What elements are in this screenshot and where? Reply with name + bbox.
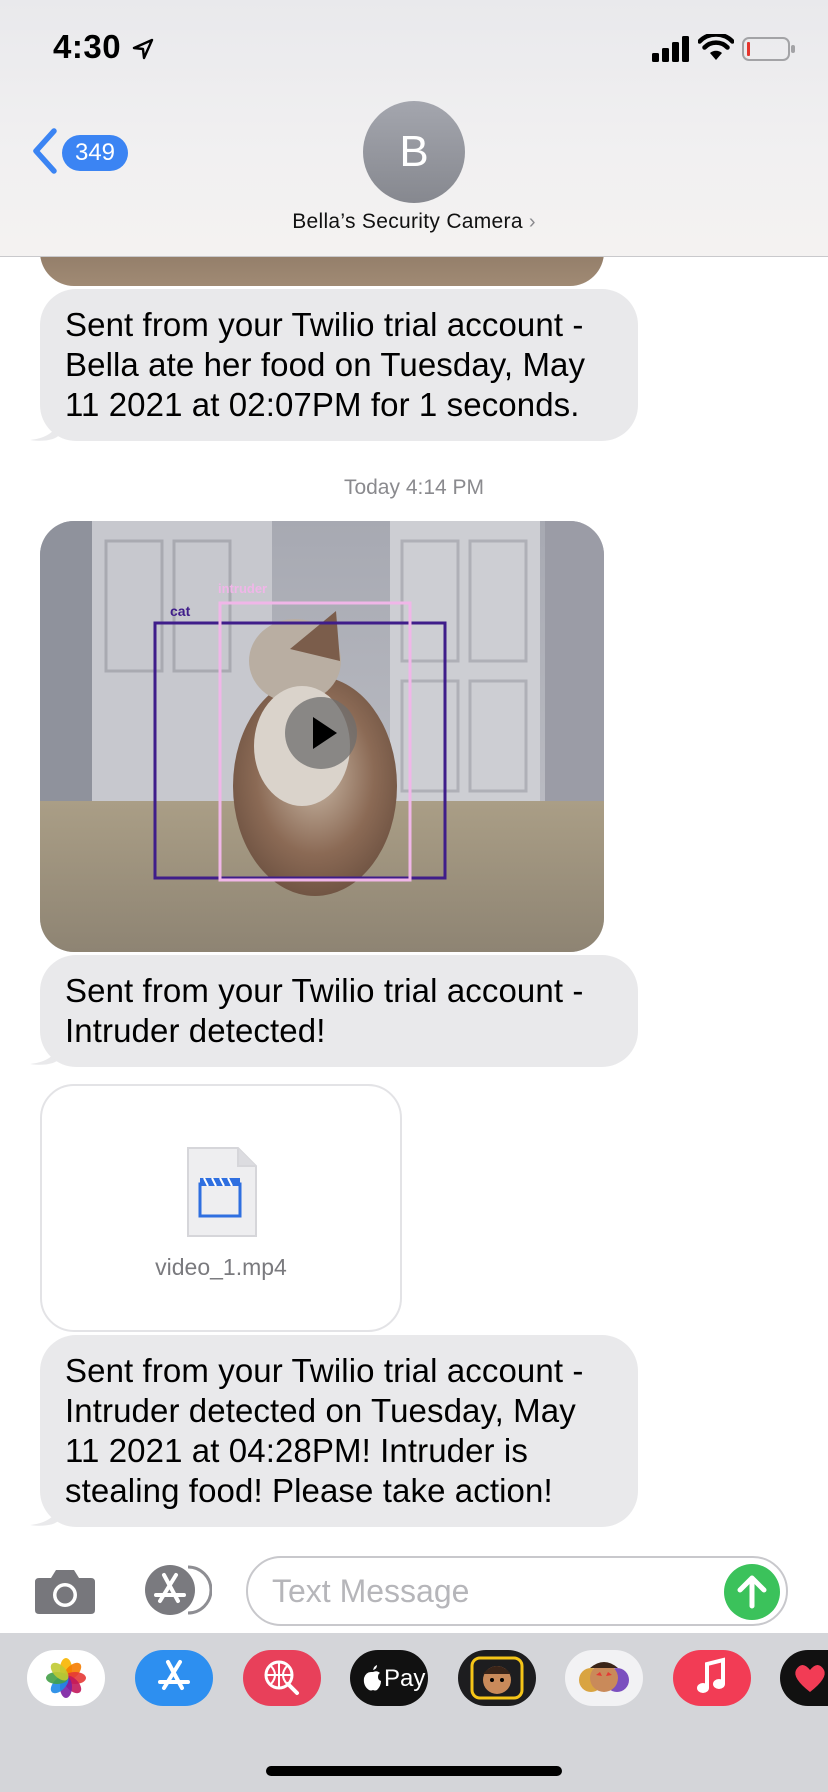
message-bubble[interactable]: Sent from your Twilio trial account - In… bbox=[40, 955, 638, 1067]
conversation-header: 4:30 349 B Bella’s Security Camera › bbox=[0, 0, 828, 257]
play-icon bbox=[313, 717, 337, 749]
send-button[interactable] bbox=[724, 1564, 780, 1620]
attachment-filename: video_1.mp4 bbox=[155, 1254, 287, 1280]
location-arrow-icon bbox=[132, 38, 154, 60]
heart-glyph bbox=[795, 1665, 825, 1692]
wifi-icon bbox=[698, 34, 734, 60]
battery-low-icon bbox=[742, 37, 795, 61]
camera-icon[interactable] bbox=[33, 1564, 97, 1616]
file-attachment-card[interactable]: video_1.mp4 bbox=[40, 1084, 402, 1332]
arrow-up-icon bbox=[737, 1575, 767, 1609]
detection-label-cat: cat bbox=[170, 603, 191, 619]
video-thumbnail[interactable]: cat intruder bbox=[40, 521, 604, 952]
animoji-stickers-icon[interactable] bbox=[565, 1650, 643, 1706]
apple-logo-icon: Pay bbox=[363, 1665, 425, 1692]
cellular-signal-icon bbox=[652, 36, 689, 62]
photos-icon[interactable] bbox=[27, 1650, 105, 1706]
app-store-icon[interactable] bbox=[135, 1650, 213, 1706]
message-bubble[interactable]: Sent from your Twilio trial account - In… bbox=[40, 1335, 638, 1527]
music-icon[interactable] bbox=[673, 1650, 751, 1706]
status-time: 4:30 bbox=[53, 28, 122, 65]
memoji-stickers-glyph bbox=[579, 1662, 629, 1692]
detection-label-intruder: intruder bbox=[218, 581, 267, 596]
contact-name-button[interactable]: Bella’s Security Camera › bbox=[0, 210, 828, 234]
memoji-face-glyph bbox=[470, 1656, 524, 1700]
digital-touch-icon[interactable] bbox=[780, 1650, 828, 1706]
home-indicator[interactable] bbox=[266, 1766, 562, 1776]
music-note-glyph bbox=[697, 1657, 725, 1693]
play-button[interactable] bbox=[285, 697, 357, 769]
chevron-right-icon: › bbox=[528, 211, 536, 233]
message-bubble[interactable]: Sent from your Twilio trial account - Be… bbox=[40, 289, 638, 441]
message-timestamp: Today 4:14 PM bbox=[343, 476, 485, 499]
photos-flower-glyph bbox=[46, 1658, 86, 1698]
apple-pay-label: Pay bbox=[384, 1665, 425, 1692]
message-text-input[interactable] bbox=[272, 1558, 712, 1624]
web-images-icon[interactable] bbox=[243, 1650, 321, 1706]
video-file-icon bbox=[187, 1147, 257, 1237]
app-store-glyph bbox=[158, 1660, 190, 1690]
back-unread-badge[interactable]: 349 bbox=[62, 135, 128, 171]
apple-pay-icon[interactable]: Pay bbox=[350, 1650, 428, 1706]
back-chevron-icon[interactable] bbox=[30, 128, 60, 174]
contact-name-label: Bella’s Security Camera bbox=[292, 210, 523, 233]
memoji-icon[interactable] bbox=[458, 1650, 536, 1706]
globe-search-glyph bbox=[264, 1660, 299, 1695]
app-store-apps-icon[interactable] bbox=[140, 1563, 212, 1617]
message-input-field[interactable] bbox=[246, 1556, 788, 1626]
contact-avatar[interactable]: B bbox=[363, 101, 465, 203]
